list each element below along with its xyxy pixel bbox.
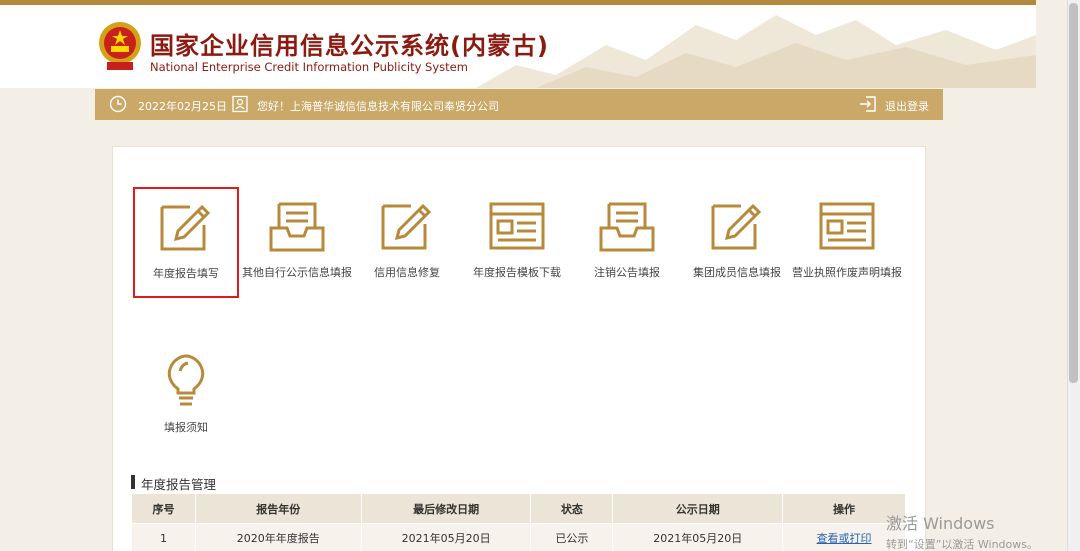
column-header: 序号 xyxy=(131,493,196,524)
edit-icon xyxy=(381,203,432,250)
cell-last-modified: 2021年05月20日 xyxy=(360,523,532,551)
section-title: 年度报告管理 xyxy=(131,474,216,493)
current-date: 2022年02月25日 xyxy=(138,100,227,113)
site-title: 国家企业信用信息公示系统(内蒙古) xyxy=(150,32,549,60)
tile-label: 年度报告填写 xyxy=(153,267,219,280)
cell-status: 已公示 xyxy=(530,523,614,551)
info-bar: 2022年02月25日 您好！上海普华诚信信息技术有限公司奉贤分公司 退出登录 xyxy=(95,89,943,120)
cell-report-year: 2020年年度报告 xyxy=(194,523,362,551)
table-row: 1 2020年年度报告 2021年05月20日 已公示 2021年05月20日 … xyxy=(131,523,906,551)
tile-label: 填报须知 xyxy=(164,421,208,434)
lightbulb-icon xyxy=(167,354,205,406)
tile-other-disclosure[interactable]: 其他自行公示信息填报 xyxy=(242,200,352,300)
scrollbar-thumb[interactable] xyxy=(1069,3,1078,383)
tile-label: 集团成员信息填报 xyxy=(693,266,781,279)
tile-label: 信用信息修复 xyxy=(374,266,440,279)
column-header: 最后修改日期 xyxy=(360,493,532,524)
column-header: 报告年份 xyxy=(194,493,362,524)
tile-cancellation-notice[interactable]: 注销公告填报 xyxy=(572,200,682,300)
cell-index: 1 xyxy=(131,523,196,551)
tile-label: 其他自行公示信息填报 xyxy=(242,266,352,279)
windows-activation-watermark: 激活 Windows 转到“设置”以激活 Windows。 xyxy=(886,510,1038,551)
inbox-icon xyxy=(599,202,655,252)
tile-license-void-statement[interactable]: 营业执照作废声明填报 xyxy=(792,200,902,300)
tile-label: 注销公告填报 xyxy=(594,266,660,279)
template-icon xyxy=(489,202,545,250)
logout-link[interactable]: 退出登录 xyxy=(885,98,929,114)
column-header: 公示日期 xyxy=(612,493,784,524)
site-subtitle: National Enterprise Credit Information P… xyxy=(150,60,468,74)
annual-report-table: 序号 报告年份 最后修改日期 状态 公示日期 操作 1 2020年年度报告 20… xyxy=(131,493,906,551)
tile-label: 年度报告模板下载 xyxy=(473,266,561,279)
edit-icon xyxy=(711,203,762,250)
national-emblem-icon xyxy=(99,22,141,70)
inbox-icon xyxy=(269,202,325,252)
logout-icon[interactable] xyxy=(859,95,877,113)
watermark-line-1: 激活 Windows xyxy=(886,514,995,533)
template-icon xyxy=(819,202,875,250)
cell-publish-date: 2021年05月20日 xyxy=(612,523,784,551)
tile-group-member-info[interactable]: 集团成员信息填报 xyxy=(682,200,792,300)
mountain-background xyxy=(476,15,1036,88)
edit-icon xyxy=(160,204,211,251)
user-icon xyxy=(232,95,248,113)
column-header: 状态 xyxy=(530,493,614,524)
site-header: 国家企业信用信息公示系统(内蒙古) National Enterprise Cr… xyxy=(0,5,1036,88)
tile-credit-repair[interactable]: 信用信息修复 xyxy=(352,200,462,300)
tile-annual-report-fill[interactable]: 年度报告填写 xyxy=(133,187,239,298)
view-print-link[interactable]: 查看或打印 xyxy=(817,532,872,545)
greeting-text: 您好！上海普华诚信信息技术有限公司奉贤分公司 xyxy=(257,100,499,113)
table-header-row: 序号 报告年份 最后修改日期 状态 公示日期 操作 xyxy=(131,493,906,524)
tile-filing-instructions[interactable]: 填报须知 xyxy=(131,353,241,453)
watermark-line-2: 转到“设置”以激活 Windows。 xyxy=(886,538,1038,551)
tile-label: 营业执照作废声明填报 xyxy=(792,266,902,279)
clock-icon xyxy=(109,95,127,113)
tile-template-download[interactable]: 年度报告模板下载 xyxy=(462,200,572,300)
